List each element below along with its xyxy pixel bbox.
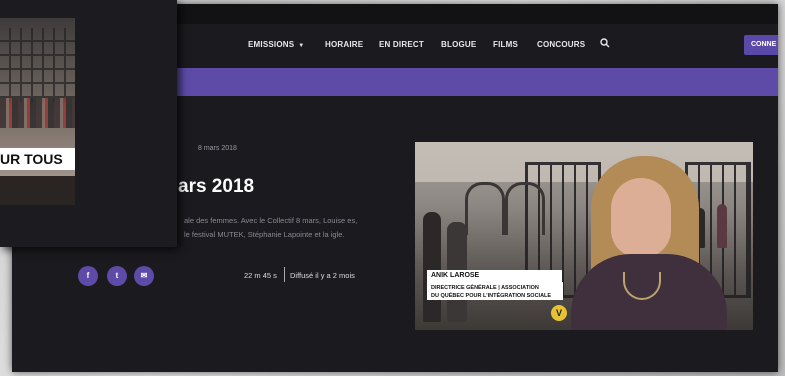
episode-aired: Diffusé il y a 2 mois bbox=[290, 271, 355, 280]
episode-title: ars 2018 bbox=[178, 176, 255, 197]
popup-image: UR TOUS bbox=[0, 18, 75, 205]
email-share-button[interactable]: ✉ bbox=[134, 266, 154, 286]
video-thumbnail[interactable]: ANIK LAROSE DIRECTRICE GÉNÉRALE | ASSOCI… bbox=[415, 142, 753, 330]
episode-description: ale des femmes. Avec le Collectif 8 mars… bbox=[184, 216, 358, 239]
lower-third-title-line2: DU QUÉBEC POUR L'INTÉGRATION SOCIALE bbox=[431, 293, 552, 299]
popup-image-crowd bbox=[0, 98, 75, 128]
facebook-share-button[interactable]: f bbox=[78, 266, 98, 286]
video-person bbox=[717, 204, 727, 248]
meta-divider bbox=[284, 267, 285, 282]
video-speaker-face bbox=[611, 178, 671, 258]
video-arch bbox=[465, 182, 505, 235]
nav-item-en-direct[interactable]: EN DIRECT bbox=[379, 40, 424, 49]
login-button[interactable]: CONNE bbox=[744, 35, 778, 55]
lower-third-title-line1: DIRECTRICE GÉNÉRALE | ASSOCIATION bbox=[431, 285, 539, 291]
video-person bbox=[423, 212, 441, 322]
channel-logo-icon: V bbox=[551, 305, 567, 321]
episode-date: 8 mars 2018 bbox=[198, 145, 237, 152]
lower-third-title: DIRECTRICE GÉNÉRALE | ASSOCIATION DU QUÉ… bbox=[427, 282, 563, 300]
nav-item-emissions[interactable]: EMISSIONS ▼ bbox=[248, 40, 304, 49]
nav-item-films[interactable]: FILMS bbox=[493, 40, 518, 49]
caret-down-icon: ▼ bbox=[298, 43, 305, 49]
nav-item-horaire[interactable]: HORAIRE bbox=[325, 40, 363, 49]
popup-image-caption: UR TOUS bbox=[0, 148, 75, 170]
popup-image-floor bbox=[0, 176, 75, 205]
lower-third-name: ANIK LAROSE bbox=[427, 270, 562, 282]
nav-item-blogue[interactable]: BLOGUE bbox=[441, 40, 476, 49]
facebook-icon: f bbox=[86, 271, 90, 280]
popup-image-scaffold bbox=[0, 28, 75, 103]
twitter-icon: t bbox=[115, 271, 119, 280]
popup-window[interactable]: UR TOUS bbox=[0, 0, 177, 247]
screen: { "nav": { "items": [ {"label": "EMISSIO… bbox=[0, 0, 785, 376]
video-arch bbox=[505, 182, 545, 235]
email-icon: ✉ bbox=[140, 271, 148, 280]
search-icon[interactable] bbox=[600, 38, 610, 48]
nav-item-concours[interactable]: CONCOURS bbox=[537, 40, 585, 49]
twitter-share-button[interactable]: t bbox=[107, 266, 127, 286]
episode-duration: 22 m 45 s bbox=[244, 271, 277, 280]
nav-item-label: EMISSIONS bbox=[248, 40, 295, 49]
